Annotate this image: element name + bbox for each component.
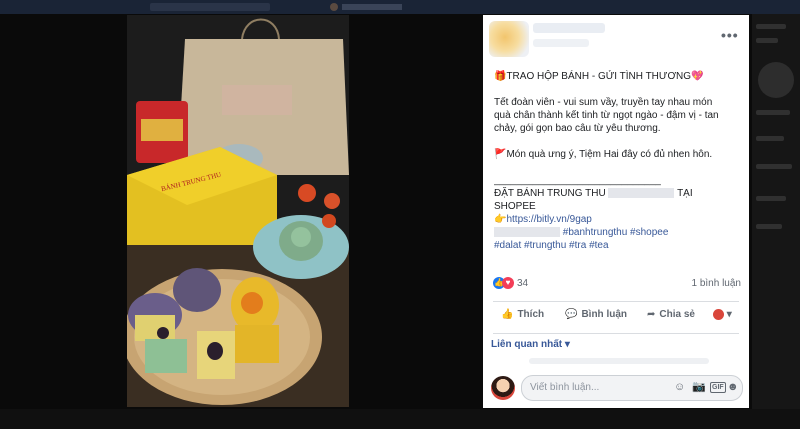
divider [493,301,739,302]
background-bottom-bar [0,409,800,429]
comment-input[interactable] [530,376,650,398]
sticker-icon[interactable]: ☻ [727,381,739,394]
emoji-icon[interactable]: ☺ [674,381,685,394]
divider-text: ______________________________ [494,175,661,186]
share-icon: ➦ [647,309,656,320]
hashtags-line: #banhtrungthu #shopee [494,226,742,239]
comment-icon: 💬 [565,309,578,320]
gift-line: 🚩Món quà ưng ý, Tiệm Hai đây có đủ nhen … [494,149,713,160]
paragraph-line: quà chân thành kết tinh từ ngọt ngào - đ… [494,110,719,121]
gift-icon: 🎁 [494,71,507,82]
post-photo[interactable]: BÁNH TRUNG THU [127,15,349,407]
paragraph-line: chảy, gói gọn bao câu từ yêu thương. [494,123,661,134]
page-name-redacted[interactable] [533,23,605,33]
post-text: 🎁TRAO HỘP BÁNH - GỬI TÌNH THƯƠNG💖 Tết đo… [494,70,742,252]
action-bar: 👍 Thích 💬 Bình luận ➦ Chia sẻ ▾ [493,305,739,329]
thumbs-up-icon: 👍 [501,309,514,320]
comment-box[interactable]: ☺ 📷 GIF ☻ [521,375,743,401]
camera-icon[interactable]: 📷 [692,381,706,394]
chevron-down-icon: ▾ [564,339,570,350]
reactions-bar: 👍 ♥ 34 1 bình luận [493,277,741,291]
like-button[interactable]: 👍 Thích [501,309,544,320]
post-time-redacted [533,39,589,47]
love-icon[interactable]: ♥ [502,277,514,289]
audience-selector[interactable]: ▾ [713,309,732,320]
pointing-hand-icon: 👉 [494,214,507,225]
heart-icon: 💖 [691,71,704,82]
share-button[interactable]: ➦ Chia sẻ [647,309,695,320]
redacted-hashtag [494,227,560,238]
mooncake-photo: BÁNH TRUNG THU [127,15,349,407]
divider [493,333,739,334]
chevron-down-icon: ▾ [724,309,732,321]
my-avatar[interactable] [491,376,515,400]
redacted-text [608,188,675,199]
post-title-line: 🎁TRAO HỘP BÁNH - GỬI TÌNH THƯƠNG💖 [494,70,742,83]
paragraph-line: Tết đoàn viên - vui sum vầy, truyền tay … [494,97,713,108]
shopee-line: SHOPEE [494,201,536,212]
page-avatar[interactable] [489,21,529,57]
comment-sort-dropdown[interactable]: Liên quan nhất ▾ [491,339,570,350]
reaction-count[interactable]: 34 [517,278,528,289]
post-title: TRAO HỘP BÁNH - GỬI TÌNH THƯƠNG [506,71,692,82]
flag-icon: 🚩 [494,149,507,160]
gif-icon[interactable]: GIF [710,382,726,393]
order-line: ĐẶT BÁNH TRUNG THU TẠI [494,188,693,199]
background-tab [150,3,270,11]
post-header: ••• [483,15,749,65]
comment-count[interactable]: 1 bình luận [692,278,742,289]
background-sidebar [752,14,800,409]
more-options-icon[interactable]: ••• [721,27,739,43]
comment-composer: ☺ 📷 GIF ☻ [491,375,743,403]
collapsed-comment [491,356,741,364]
hashtags[interactable]: #dalat #trungthu #tra #tea [494,240,609,251]
link-line: 👉https://bitly.vn/9gap [494,213,742,226]
hashtags-line: #dalat #trungthu #tra #tea [494,239,742,252]
post-panel: ••• 🎁TRAO HỘP BÁNH - GỬI TÌNH THƯƠNG💖 Tế… [483,15,749,408]
hashtags[interactable]: #banhtrungthu #shopee [563,227,669,238]
comment-button[interactable]: 💬 Bình luận [565,309,627,320]
shop-link[interactable]: https://bitly.vn/9gap [506,214,591,225]
background-user [330,3,410,11]
